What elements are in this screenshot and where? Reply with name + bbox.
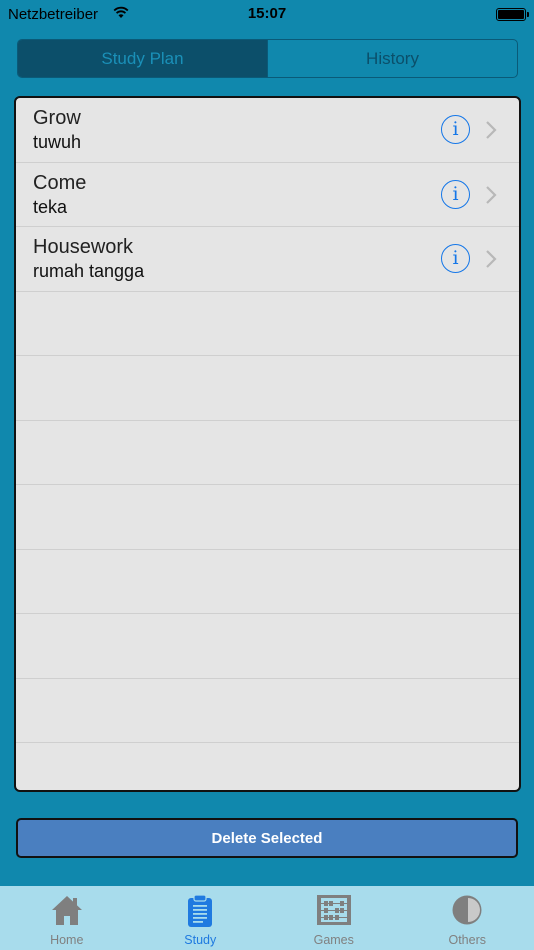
tab-label: Others xyxy=(448,933,486,947)
chevron-right-icon xyxy=(486,185,497,204)
list-item[interactable]: Come teka i xyxy=(16,163,519,227)
word-label: Housework xyxy=(33,236,134,258)
info-icon[interactable]: i xyxy=(441,244,470,273)
clock: 15:07 xyxy=(247,5,287,22)
segment-history[interactable]: History xyxy=(267,40,517,77)
word-label: Come xyxy=(33,171,87,194)
empty-row xyxy=(16,743,519,790)
tab-games[interactable]: Games xyxy=(267,886,401,950)
tab-bar: Home Study Games Others xyxy=(0,886,534,950)
meaning-label: rumah tangga xyxy=(33,261,145,281)
home-icon xyxy=(51,896,82,925)
segmented-control: Study Plan History xyxy=(17,39,518,78)
list-item[interactable]: Grow tuwuh i xyxy=(16,98,519,163)
empty-row xyxy=(16,485,519,550)
tab-label: Home xyxy=(50,933,84,947)
list-item[interactable]: Housework rumah tangga i xyxy=(16,227,519,292)
empty-row xyxy=(16,679,519,743)
meaning-label: tuwuh xyxy=(33,132,82,152)
tab-others[interactable]: Others xyxy=(401,886,534,950)
half-circle-icon xyxy=(452,895,482,925)
status-bar: Netzbetreiber 15:07 xyxy=(0,0,534,28)
tab-label: Study xyxy=(184,933,217,947)
chevron-right-icon xyxy=(486,121,497,139)
segment-study-plan[interactable]: Study Plan xyxy=(18,40,267,77)
tab-home[interactable]: Home xyxy=(0,886,134,950)
meaning-label: teka xyxy=(33,196,68,217)
empty-row xyxy=(16,421,519,485)
battery-icon xyxy=(496,8,529,21)
info-icon[interactable]: i xyxy=(441,179,470,209)
tab-label: Games xyxy=(313,933,354,947)
abacus-icon xyxy=(316,895,351,925)
info-icon[interactable]: i xyxy=(441,115,470,144)
empty-row xyxy=(16,550,519,614)
chevron-right-icon xyxy=(486,250,497,268)
word-label: Grow xyxy=(33,107,81,129)
study-plan-list: Grow tuwuh i Come teka i Housework rumah… xyxy=(14,96,521,792)
tab-study[interactable]: Study xyxy=(134,886,268,950)
empty-row xyxy=(16,292,519,356)
delete-selected-button[interactable]: Delete Selected xyxy=(16,818,518,858)
empty-row xyxy=(16,356,519,421)
empty-row xyxy=(16,614,519,679)
clipboard-icon xyxy=(188,894,213,927)
